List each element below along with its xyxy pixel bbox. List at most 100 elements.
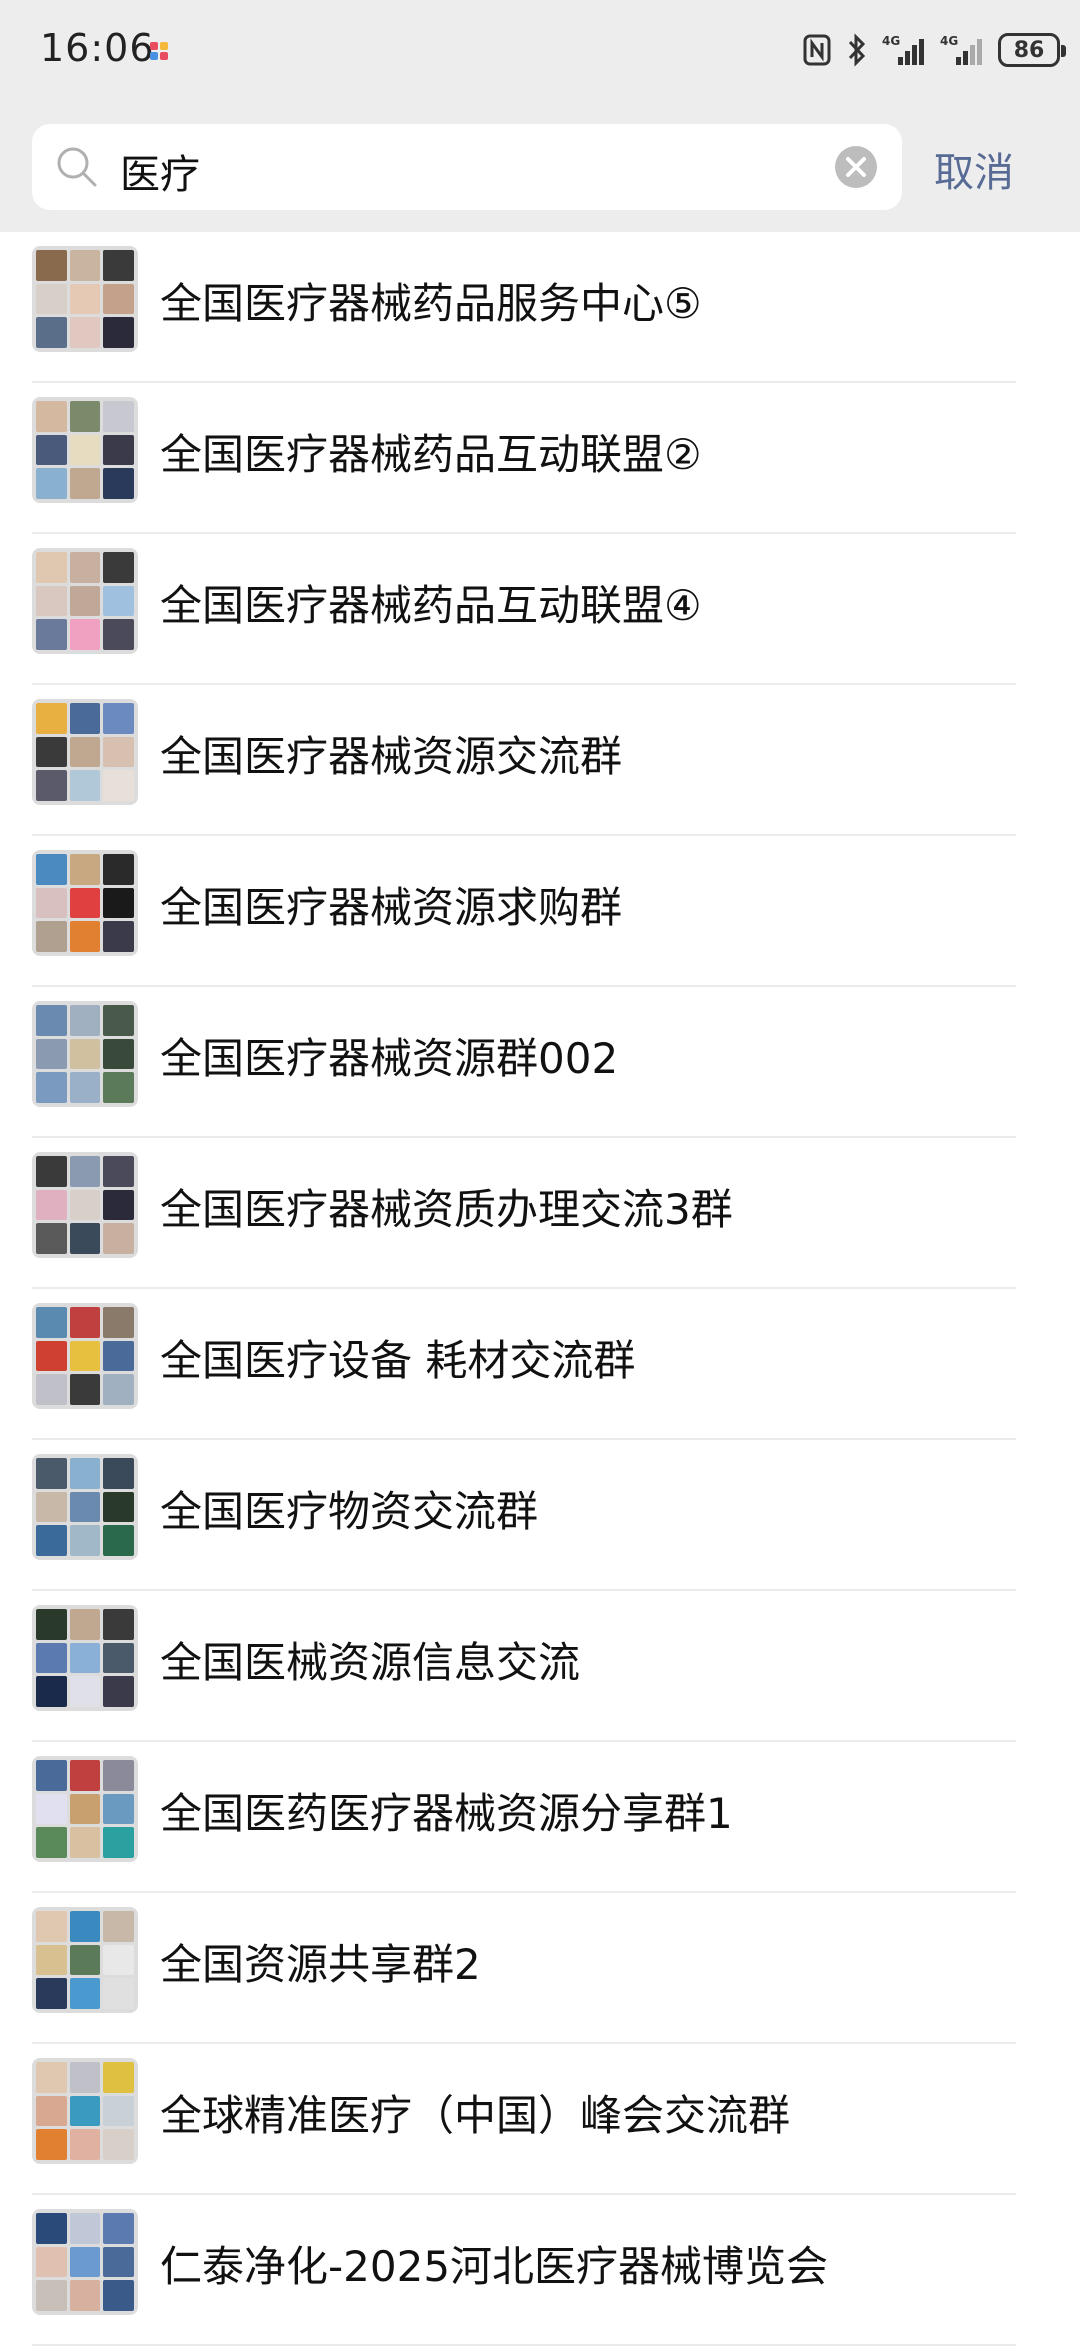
group-avatar-tile [69,250,101,281]
group-avatar-tile [103,619,134,650]
group-avatar-tile [69,1307,101,1338]
group-avatar-tile [69,1827,101,1858]
result-row[interactable]: 全国医疗器械资源求购群 [0,836,1080,987]
group-avatar [32,850,138,956]
group-avatar-tile [103,887,134,919]
group-avatar-tile [36,585,67,617]
nfc-icon [803,34,831,66]
group-avatar-tile [103,736,134,768]
group-avatar-tile [69,1978,101,2009]
group-avatar-tile [103,1189,134,1221]
group-avatar-tile [36,854,67,885]
result-row[interactable]: 全国医疗器械资源交流群 [0,685,1080,836]
group-avatar-tile [69,1038,101,1070]
group-avatar-tile [36,1072,67,1103]
group-avatar-tile [69,887,101,919]
signal-icon-2: 4G [940,34,982,65]
group-avatar [32,1152,138,1258]
group-avatar-tile [103,1340,134,1372]
result-title: 全球精准医疗（中国）峰会交流群 [160,2091,791,2140]
group-avatar-tile [69,921,101,952]
status-icons: 4G 4G 86 [802,28,1066,72]
result-row[interactable]: 全国医疗设备 耗材交流群 [0,1289,1080,1440]
group-avatar-tile [103,1827,134,1858]
group-avatar-tile [36,2095,67,2127]
group-avatar-tile [69,1793,101,1825]
group-avatar-tile [36,1525,67,1556]
app-notification-icon [150,42,168,60]
result-row[interactable]: 全国医疗器械资源群002 [0,987,1080,1138]
group-avatar-tile [103,1525,134,1556]
group-avatar-tile [36,887,67,919]
result-row[interactable]: 全国医疗器械药品互动联盟② [0,383,1080,534]
result-row[interactable]: 仁泰净化-2025河北医疗器械博览会 [0,2195,1080,2346]
group-avatar-tile [36,250,67,281]
group-avatar [32,246,138,352]
group-avatar-tile [36,1340,67,1372]
group-avatar-tile [36,1911,67,1942]
result-title: 全国医械资源信息交流 [160,1638,581,1687]
result-title: 全国医疗器械资源求购群 [160,883,623,932]
result-row[interactable]: 全国医械资源信息交流 [0,1591,1080,1742]
group-avatar-tile [36,1374,67,1405]
group-avatar-tile [36,1827,67,1858]
group-avatar-tile [69,619,101,650]
group-avatar-tile [36,921,67,952]
group-avatar-tile [36,619,67,650]
group-avatar-tile [103,585,134,617]
group-avatar [32,397,138,503]
group-avatar-tile [103,1793,134,1825]
group-avatar-tile [103,1760,134,1791]
result-row[interactable]: 全国医疗器械药品互动联盟④ [0,534,1080,685]
group-avatar-tile [103,1307,134,1338]
result-title: 全国医疗器械资源交流群 [160,732,623,781]
group-avatar-tile [36,1676,67,1707]
group-avatar-tile [36,552,67,583]
group-avatar-tile [69,2129,101,2160]
group-avatar-tile [36,317,67,348]
group-avatar-tile [103,1609,134,1640]
group-avatar-tile [36,2062,67,2093]
group-avatar [32,1756,138,1862]
result-row[interactable]: 全国医疗器械资质办理交流3群 [0,1138,1080,1289]
result-row[interactable]: 全国医疗物资交流群 [0,1440,1080,1591]
group-avatar-tile [69,736,101,768]
group-avatar-tile [103,1038,134,1070]
group-avatar-tile [103,283,134,315]
group-avatar-tile [69,2280,101,2311]
clear-icon[interactable] [834,145,878,189]
group-avatar-tile [103,2095,134,2127]
result-title: 全国医疗器械药品服务中心⑤ [160,279,702,328]
group-avatar-tile [103,1223,134,1254]
group-avatar-tile [103,2246,134,2278]
result-row[interactable]: 全国医药医疗器械资源分享群1 [0,1742,1080,1893]
group-avatar-tile [36,1307,67,1338]
group-avatar-tile [36,736,67,768]
group-avatar-tile [69,283,101,315]
result-row[interactable]: 全球精准医疗（中国）峰会交流群 [0,2044,1080,2195]
group-avatar-tile [103,1944,134,1976]
group-avatar-tile [36,1223,67,1254]
group-avatar-tile [36,401,67,432]
group-avatar-tile [103,854,134,885]
cancel-button[interactable]: 取消 [934,140,1014,198]
group-avatar-tile [36,1005,67,1036]
result-row[interactable]: 全国资源共享群2 [0,1893,1080,2044]
group-avatar [32,548,138,654]
group-avatar-tile [69,585,101,617]
group-avatar-tile [69,1374,101,1405]
group-avatar-tile [36,1944,67,1976]
group-avatar-tile [69,1944,101,1976]
group-avatar-tile [36,2213,67,2244]
search-input[interactable]: 医疗 [32,124,902,210]
status-time: 16:06 [40,26,155,70]
battery-indicator: 86 [998,33,1066,67]
group-avatar-tile [36,1038,67,1070]
result-row[interactable]: 全国医疗器械药品服务中心⑤ [0,232,1080,383]
group-avatar-tile [69,1525,101,1556]
result-title: 全国医疗器械药品互动联盟④ [160,581,702,630]
search-header: 医疗 取消 [0,100,1080,232]
group-avatar-tile [103,1374,134,1405]
group-avatar-tile [69,703,101,734]
group-avatar-tile [69,552,101,583]
